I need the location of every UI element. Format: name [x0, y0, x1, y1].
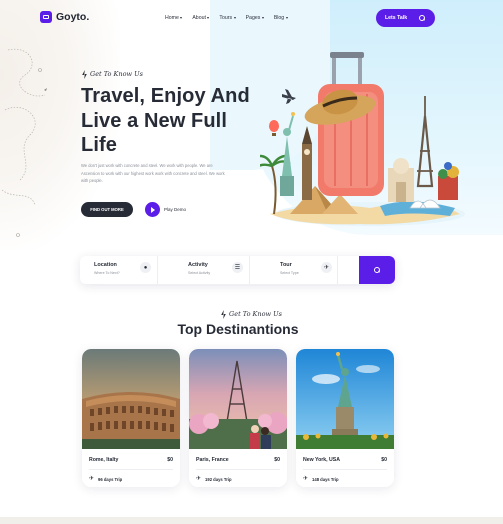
- search-button[interactable]: [359, 256, 395, 284]
- main-menu: Home About Tours Pages Blog: [165, 15, 288, 21]
- menu-item-about[interactable]: About: [192, 15, 210, 21]
- card-trip: ✈ 96 days Trip: [89, 476, 122, 482]
- hero-kicker: Get To Know Us: [82, 70, 143, 78]
- hero-kicker-text: Get To Know Us: [90, 70, 143, 78]
- location-field[interactable]: Location Where To Next?: [94, 256, 164, 284]
- play-demo-button[interactable]: Play Demo: [145, 202, 186, 217]
- tour-field-hint: Select Type: [280, 271, 299, 275]
- briefcase-icon: [40, 11, 52, 23]
- card-trip: ✈ 148 days Trip: [303, 476, 339, 482]
- chevron-down-icon: [285, 17, 288, 19]
- menu-item-label: Tours: [219, 15, 233, 21]
- menu-item-label: About: [192, 15, 206, 21]
- card-location: New York, USA: [303, 457, 340, 463]
- activity-field-hint: Select Activity: [188, 271, 211, 275]
- play-demo-label: Play Demo: [164, 207, 187, 212]
- menu-item-label: Blog: [273, 15, 285, 21]
- logo[interactable]: Goyto.: [40, 11, 89, 23]
- plane-icon: ✈: [303, 476, 309, 482]
- card-trip-label: 148 days Trip: [312, 476, 339, 482]
- card-location: Paris, France: [196, 457, 229, 463]
- card-price: $0: [167, 457, 173, 463]
- card-divider: [89, 469, 173, 470]
- page: Goyto. Home About Tours Pages Blog Lets …: [0, 0, 503, 524]
- search-divider: [337, 256, 338, 284]
- card-trip-label: 192 days Trip: [205, 476, 232, 482]
- statue-of-liberty-image: [296, 349, 394, 449]
- map-scribble-decoration: [1, 48, 47, 237]
- search-bar: Location Where To Next? ● Activity Selec…: [80, 256, 395, 284]
- search-icon: [374, 267, 380, 273]
- menu-item-blog[interactable]: Blog: [274, 15, 288, 21]
- chevron-down-icon: [261, 17, 264, 19]
- menu-item-tours[interactable]: Tours: [219, 15, 236, 21]
- activity-field[interactable]: Activity Select Activity: [188, 256, 258, 284]
- search-divider: [157, 256, 158, 284]
- destination-card-new-york[interactable]: New York, USA $0 ✈ 148 days Trip: [296, 349, 394, 487]
- activity-field-title: Activity: [188, 262, 208, 268]
- lightning-icon: [221, 310, 226, 318]
- location-pin-icon: ●: [140, 262, 151, 273]
- card-trip: ✈ 192 days Trip: [196, 476, 232, 482]
- location-field-hint: Where To Next?: [94, 271, 120, 275]
- destinations-kicker: Get To Know Us: [0, 310, 503, 318]
- chevron-down-icon: [233, 17, 236, 19]
- menu-item-home[interactable]: Home: [165, 15, 183, 21]
- menu-item-label: Home: [165, 15, 179, 21]
- card-divider: [303, 469, 387, 470]
- card-trip-label: 96 days Trip: [98, 476, 123, 482]
- destination-card-rome[interactable]: Rome, Italty $0 ✈ 96 days Trip: [82, 349, 180, 487]
- plane-icon: ✈: [321, 262, 332, 273]
- find-out-more-button[interactable]: FIND OUT MORE: [81, 202, 133, 217]
- hero-description: We don't just work with concrete and ste…: [81, 163, 225, 184]
- search-icon[interactable]: [419, 15, 426, 21]
- lets-talk-button[interactable]: Lets Talk: [376, 9, 435, 27]
- location-field-title: Location: [94, 262, 117, 268]
- destinations-kicker-text: Get To Know Us: [229, 310, 282, 318]
- logo-text: Goyto.: [56, 11, 90, 23]
- card-price: $0: [274, 457, 280, 463]
- search-divider: [249, 256, 250, 284]
- colosseum-image: [82, 349, 180, 449]
- chevron-down-icon: [207, 17, 210, 19]
- menu-item-label: Pages: [245, 15, 261, 21]
- plane-icon: ✈: [196, 476, 202, 482]
- tour-field[interactable]: Tour Select Type: [280, 256, 350, 284]
- chevron-down-icon: [180, 17, 183, 19]
- menu-item-pages[interactable]: Pages: [246, 15, 264, 21]
- card-location: Rome, Italty: [89, 457, 119, 463]
- top-navbar: Goyto. Home About Tours Pages Blog Lets …: [0, 0, 503, 38]
- lightning-icon: [82, 70, 87, 78]
- eiffel-tower-image: [189, 349, 287, 449]
- play-icon[interactable]: [145, 202, 160, 217]
- plane-icon: ✈: [89, 476, 95, 482]
- destination-card-paris[interactable]: Paris, France $0 ✈ 192 days Trip: [189, 349, 287, 487]
- tour-field-title: Tour: [280, 262, 292, 268]
- destinations-title: Top Destinantions: [177, 321, 299, 337]
- hero-title: Travel, Enjoy And Live a New Full Life: [81, 85, 250, 156]
- card-divider: [196, 469, 280, 470]
- lets-talk-label: Lets Talk: [385, 15, 408, 21]
- hero-travel-illustration: [260, 52, 465, 226]
- activity-icon: ☰: [232, 262, 243, 273]
- footer-strip: [0, 517, 503, 524]
- card-price: $0: [381, 457, 387, 463]
